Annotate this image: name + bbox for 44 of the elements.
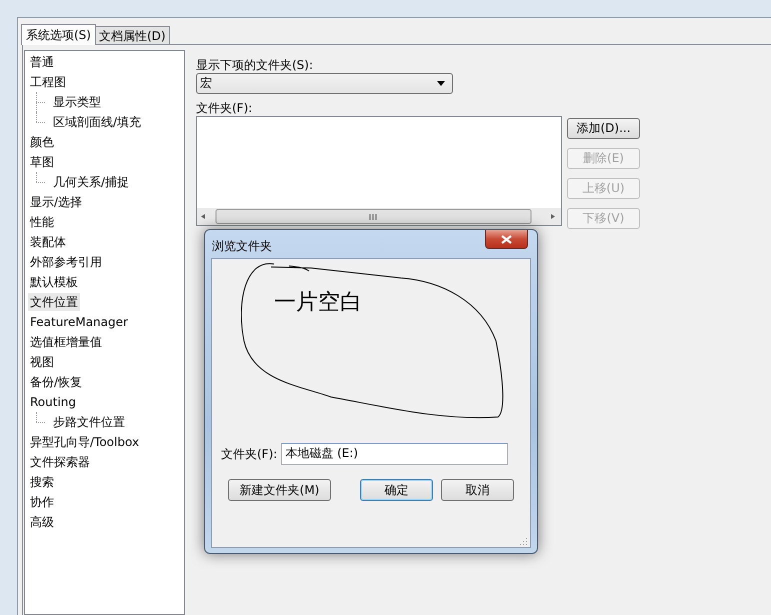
folder-list[interactable] [196,116,562,226]
sidebar-item[interactable]: 默认模板 [28,273,80,291]
sidebar-item[interactable]: 文件探索器 [28,453,92,471]
dialog-button[interactable]: 新建文件夹(M) [228,479,331,501]
tab[interactable]: 系统选项(S) [21,24,96,45]
annotation-text: 一片空白 [274,289,362,317]
dialog-title: 浏览文件夹 [211,238,272,255]
sidebar-item[interactable]: 视图 [28,353,56,371]
close-button[interactable] [485,230,528,249]
field-label: 文件夹(F): [196,100,254,116]
sidebar-item[interactable]: 高级 [28,513,56,531]
folder-input[interactable]: 本地磁盘 (E:) [281,443,508,465]
field-label: 文件夹(F): [221,446,278,462]
sidebar-item[interactable]: 几何关系/捕捉 [51,173,132,191]
dropdown-arrow-icon [437,81,445,86]
folder-tree[interactable]: 一片空白 [212,259,530,439]
dialog-button[interactable]: 取消 [441,479,514,501]
sidebar-item[interactable]: FeatureManager [28,313,130,331]
sidebar-item[interactable]: 装配体 [28,233,68,251]
sidebar-item[interactable]: 普通 [28,53,56,71]
sidebar-item[interactable]: 外部参考引用 [28,253,104,271]
sidebar-item[interactable]: 颜色 [28,133,56,151]
field-label: 显示下项的文件夹(S): [196,57,314,73]
sidebar-item[interactable]: 性能 [28,213,56,231]
sidebar-item[interactable]: 显示类型 [51,93,103,111]
sidebar-item[interactable]: Routing [28,393,78,411]
dialog-button[interactable]: 确定 [360,479,433,501]
sidebar-item[interactable]: 显示/选择 [28,193,84,211]
action-button[interactable]: 添加(D)... [567,118,640,139]
sidebar-item[interactable]: 选值框增量值 [28,333,104,351]
sidebar-item[interactable]: 工程图 [28,73,68,91]
sidebar-item[interactable]: 备份/恢复 [28,373,84,391]
tab[interactable]: 文档属性(D) [94,26,170,45]
folder-type-dropdown[interactable]: 宏 [196,73,453,94]
sidebar-item[interactable]: 草图 [28,153,56,171]
sidebar-item[interactable]: 搜索 [28,473,56,491]
resize-grip-icon[interactable] [520,537,528,545]
sidebar-item[interactable]: 异型孔向导/Toolbox [28,433,142,451]
close-icon [501,234,512,244]
horizontal-scrollbar[interactable] [197,208,561,225]
sidebar-item[interactable]: 区域剖面线/填充 [51,113,144,131]
sidebar-item[interactable]: 协作 [28,493,56,511]
sidebar-item[interactable]: 步路文件位置 [51,413,127,431]
sidebar-item[interactable]: 文件位置 [28,293,80,311]
